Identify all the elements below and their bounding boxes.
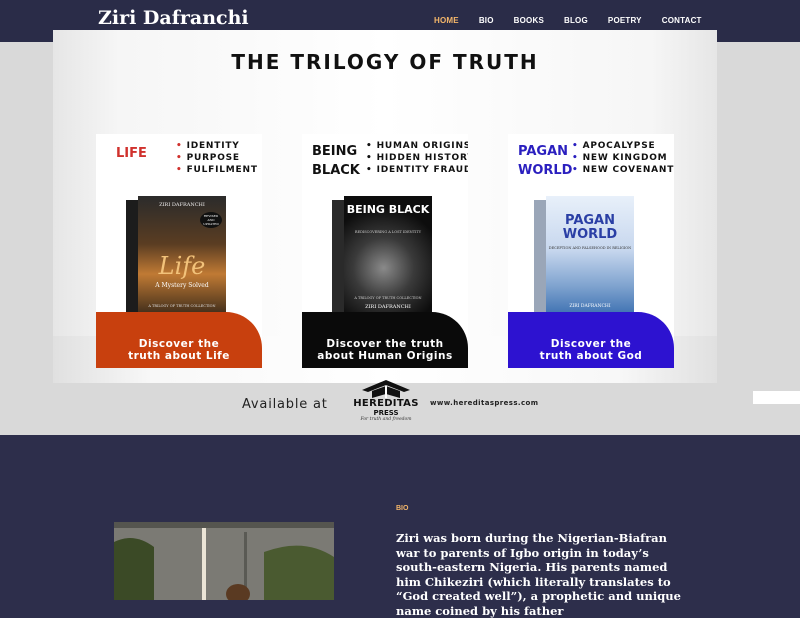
- book-label-pagan-world: PAGAN WORLD: [518, 142, 572, 180]
- book-cover-being-black: BEING BLACK REDISCOVERING A LOST IDENTIT…: [332, 196, 432, 316]
- book-label-line: BLACK: [312, 163, 360, 178]
- bullet-item: • NEW COVENANT: [572, 165, 674, 175]
- cover-title: BEING BLACK: [346, 203, 430, 216]
- book-footer-text: Discover the truth about Life: [96, 338, 262, 362]
- cover-author: ZIRI DAFRANCHI: [569, 304, 611, 309]
- book-card-pagan-world[interactable]: PAGAN WORLD • APOCALYPSE • NEW KINGDOM • NE…: [508, 134, 674, 368]
- bullet-item: • HIDDEN HISTORY: [366, 153, 468, 163]
- bullet-item: • NEW KINGDOM: [572, 153, 668, 163]
- book-bullets-life: • IDENTITY • PURPOSE • FULFILMENT: [176, 140, 258, 176]
- book-logo-icon: [362, 380, 410, 398]
- book-footer-life: Discover the truth about Life: [96, 312, 262, 368]
- book-bullets-pagan-world: • APOCALYPSE • NEW KINGDOM • NEW COVENANT: [572, 140, 674, 176]
- book-footer-text: Discover the truth about God: [508, 338, 674, 362]
- bullet-item: • FULFILMENT: [176, 165, 258, 175]
- publisher-name: HEREDITAS: [353, 398, 419, 409]
- bullet-item: • APOCALYPSE: [572, 141, 656, 151]
- book-footer-pagan-world: Discover the truth about God: [508, 312, 674, 368]
- site-title[interactable]: Ziri Dafranchi: [98, 7, 249, 29]
- cover-series: A TRILOGY OF TRUTH COLLECTION: [148, 304, 216, 308]
- footer-line: Discover the: [550, 338, 632, 350]
- book-footer-being-black: Discover the truth about Human Origins: [302, 312, 468, 368]
- author-photo-image: [114, 522, 334, 600]
- book-cover-pagan-world: PAGAN WORLD DECEPTION AND FALSEHOOD IN R…: [534, 196, 634, 316]
- book-bullets-being-black: • HUMAN ORIGINS • HIDDEN HISTORY • IDENTITY…: [366, 140, 468, 176]
- cover-badge: REVISED AND UPDATED: [200, 212, 222, 228]
- cover-subtitle: REDISCOVERING A LOST IDENTITY: [354, 230, 422, 234]
- bullet-item: • IDENTITY: [176, 141, 240, 151]
- cover-title: PAGAN WORLD: [562, 213, 618, 242]
- book-footer-text: Discover the truth about Human Origins: [302, 338, 468, 362]
- publisher-tagline: For truth and freedom: [360, 417, 412, 422]
- bio-label: BIO: [396, 505, 409, 512]
- side-tab[interactable]: [753, 391, 800, 404]
- publisher-url[interactable]: www.hereditaspress.com: [430, 399, 538, 407]
- publisher-sub: PRESS: [373, 409, 399, 417]
- cover-title: Life: [158, 252, 206, 280]
- cover-author: ZIRI DAFRANCHI: [159, 202, 205, 208]
- bullet-item: • IDENTITY FRAUD: [366, 165, 468, 175]
- banner-title: THE TRILOGY OF TRUTH: [231, 50, 539, 74]
- cover-subtitle: DECEPTION AND FALSEHOOD IN RELIGION: [548, 246, 632, 250]
- footer-line: Discover the truth: [326, 338, 444, 350]
- book-label-being-black: BEING BLACK: [312, 142, 360, 180]
- cover-series: A TRILOGY OF TRUTH COLLECTION: [354, 296, 422, 300]
- book-card-life[interactable]: LIFE • IDENTITY • PURPOSE • FULFILMENT ZIRI…: [96, 134, 262, 368]
- bio-text: Ziri was born during the Nigerian-Biafra…: [396, 531, 681, 618]
- book-cover-life: ZIRI DAFRANCHI REVISED AND UPDATED Life …: [126, 196, 226, 316]
- bullet-item: • PURPOSE: [176, 153, 240, 163]
- book-label-line: WORLD: [518, 163, 573, 178]
- bullet-item: • HUMAN ORIGINS: [366, 141, 468, 151]
- cover-subtitle: A Mystery Solved: [155, 282, 209, 289]
- book-label-line: PAGAN: [518, 144, 569, 159]
- hereditas-press-logo[interactable]: HEREDITAS PRESS For truth and freedom: [352, 378, 420, 423]
- book-card-being-black[interactable]: BEING BLACK • HUMAN ORIGINS • HIDDEN HISTO…: [302, 134, 468, 368]
- available-at-text: Available at: [242, 397, 328, 412]
- book-label-line: BEING: [312, 144, 358, 159]
- book-label-life: LIFE: [116, 144, 147, 163]
- footer-line: truth about God: [539, 350, 643, 362]
- footer-line: truth about Life: [128, 350, 230, 362]
- author-photo: [114, 522, 334, 600]
- book-label-line: LIFE: [116, 146, 147, 161]
- cover-author: ZIRI DAFRANCHI: [365, 304, 411, 310]
- footer-line: about Human Origins: [317, 350, 453, 362]
- footer-line: Discover the: [138, 338, 220, 350]
